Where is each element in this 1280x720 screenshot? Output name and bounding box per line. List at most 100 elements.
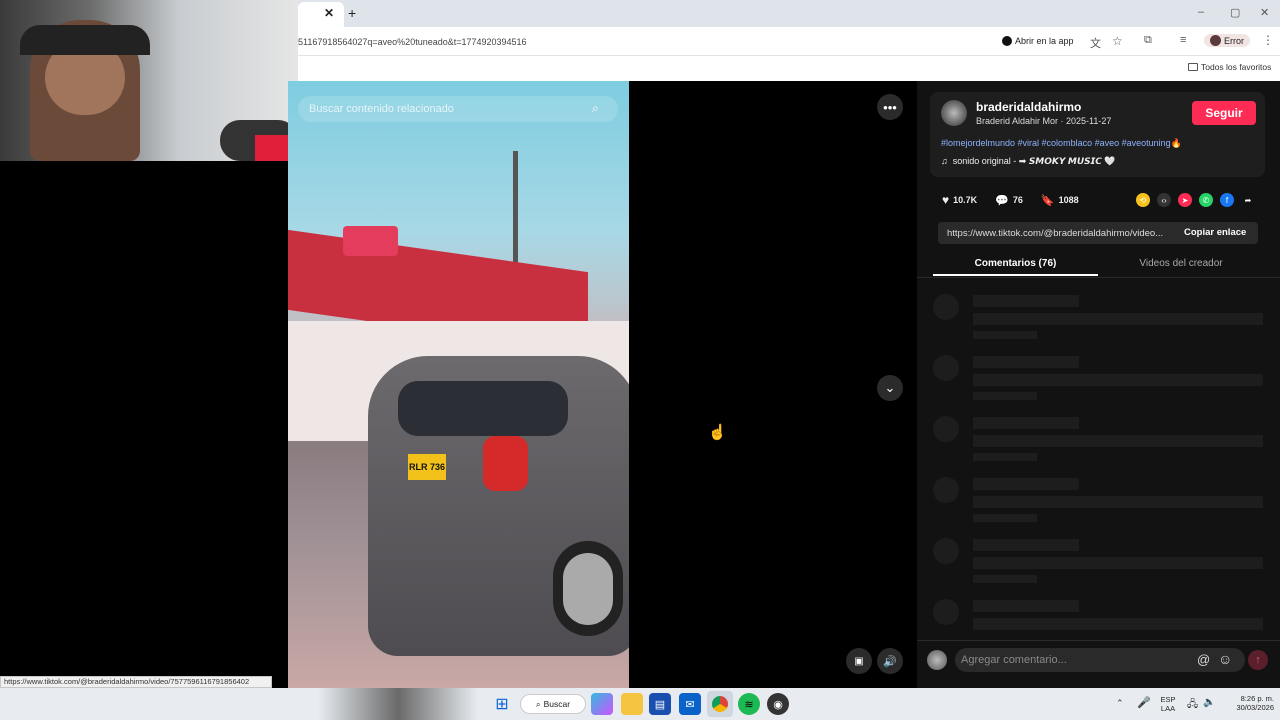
mention-icon[interactable]: @: [1197, 652, 1210, 667]
webcam-overlay: [0, 0, 298, 161]
mouse-cursor-icon: ☝: [708, 424, 727, 441]
related-search-input[interactable]: Buscar contenido relacionado ⌕: [298, 96, 618, 122]
author-username[interactable]: braderidaldahirmo: [976, 100, 1081, 114]
emoji-icon[interactable]: ☺: [1218, 651, 1232, 667]
translate-icon[interactable]: 文: [1090, 35, 1101, 51]
close-window-icon[interactable]: ✕: [1260, 6, 1269, 19]
heart-icon: ♥: [942, 193, 950, 207]
video-player[interactable]: RLR 736: [288, 81, 629, 688]
spotify-icon[interactable]: ≋: [738, 693, 760, 715]
taskbar-search[interactable]: ⌕ Buscar: [520, 694, 586, 714]
url-text[interactable]: 51167918564027q=aveo%20tuneado&t=1774920…: [298, 37, 527, 47]
sound-row[interactable]: ♫ sonido original - ➡ 𝙎𝙈𝙊𝙆𝙔 𝙈𝙐𝙎𝙄𝘾 🤍: [941, 156, 1116, 167]
mail-icon[interactable]: ✉: [679, 693, 701, 715]
like-button[interactable]: ♥ 10.7K: [942, 193, 977, 207]
skeleton-avatar: [933, 355, 959, 381]
skeleton-avatar: [933, 599, 959, 625]
new-tab-button[interactable]: +: [348, 5, 356, 21]
skeleton-line: [973, 557, 1263, 569]
share-link-box: https://www.tiktok.com/@braderidaldahirm…: [938, 222, 1258, 244]
repost-icon[interactable]: ⟲: [1136, 193, 1150, 207]
taskbar-search-label: Buscar: [543, 699, 571, 709]
skeleton-avatar: [933, 416, 959, 442]
volume-button[interactable]: 🔊: [877, 648, 903, 674]
store-icon[interactable]: ▤: [649, 693, 671, 715]
pip-button[interactable]: ▣: [846, 648, 872, 674]
tray-chevron-icon[interactable]: ⌃: [1116, 698, 1124, 709]
star-icon[interactable]: ☆: [1112, 34, 1123, 48]
windows-start-icon[interactable]: ⊞: [491, 693, 513, 715]
clock[interactable]: 8:26 p. m. 30/03/2026: [1224, 694, 1274, 712]
tab-comments[interactable]: Comentarios (76): [933, 252, 1098, 276]
share-link-text[interactable]: https://www.tiktok.com/@braderidaldahirm…: [947, 228, 1163, 239]
profile-error-button[interactable]: Error: [1204, 34, 1250, 47]
network-icon[interactable]: 🖧: [1187, 697, 1198, 714]
next-video-button[interactable]: ⌄: [877, 375, 903, 401]
obs-icon[interactable]: ◉: [767, 693, 789, 715]
skeleton-line: [973, 356, 1079, 368]
embed-icon[interactable]: ‹›: [1157, 193, 1171, 207]
skeleton-line: [973, 374, 1263, 386]
tiktok-icon: [1002, 36, 1012, 46]
skeleton-line: [973, 575, 1037, 583]
author-avatar[interactable]: [941, 100, 967, 126]
tab-creator-videos[interactable]: Videos del creador: [1098, 252, 1264, 276]
skeleton-line: [973, 435, 1263, 447]
address-bar: 51167918564027q=aveo%20tuneado&t=1774920…: [298, 27, 1280, 56]
speaker-icon[interactable]: 🔈: [1203, 697, 1215, 708]
comment-button[interactable]: 💬 76: [995, 193, 1023, 207]
extensions-icon[interactable]: ⧉: [1144, 34, 1152, 47]
comment-count: 76: [1012, 195, 1023, 205]
skeleton-line: [973, 514, 1037, 522]
skeleton-line: [973, 539, 1079, 551]
all-bookmarks-label: Todos los favoritos: [1201, 62, 1272, 72]
microphone-icon[interactable]: 🎤: [1137, 696, 1151, 709]
active-tab[interactable]: [298, 2, 344, 27]
status-url: https://www.tiktok.com/@braderidaldahirm…: [0, 676, 272, 688]
share-arrow-icon[interactable]: ➦: [1241, 193, 1255, 207]
volume-icon: 🔊: [883, 655, 897, 668]
hashtags[interactable]: #lomejordelmundo #viral #colomblaco #ave…: [941, 138, 1182, 149]
skeleton-line: [973, 331, 1037, 339]
related-search-placeholder: Buscar contenido relacionado: [309, 103, 454, 115]
file-explorer-icon[interactable]: [621, 693, 643, 715]
search-icon[interactable]: ⌕: [592, 101, 599, 116]
copy-link-button[interactable]: Copiar enlace: [1184, 227, 1246, 238]
save-count: 1088: [1058, 195, 1079, 205]
tab-divider: [917, 277, 1280, 278]
comment-input[interactable]: Agregar comentario... @ ☺: [955, 648, 1245, 672]
facebook-icon[interactable]: f: [1220, 193, 1234, 207]
save-button[interactable]: 🔖 1088: [1041, 193, 1079, 207]
sound-label: sonido original - ➡ 𝙎𝙈𝙊𝙆𝙔 𝙈𝙐𝙎𝙄𝘾 🤍: [952, 156, 1116, 166]
all-bookmarks[interactable]: Todos los favoritos: [1188, 62, 1271, 72]
skeleton-avatar: [933, 294, 959, 320]
profile-avatar: [1210, 35, 1221, 46]
lang-top: ESP: [1160, 695, 1176, 704]
open-in-app-label: Abrir en la app: [1015, 36, 1074, 46]
chrome-logo: [712, 696, 728, 712]
minimize-icon[interactable]: –: [1198, 6, 1204, 18]
clock-time: 8:26 p. m.: [1240, 694, 1274, 703]
copilot-icon[interactable]: [591, 693, 613, 715]
chevron-down-icon: ⌄: [884, 380, 896, 395]
maximize-icon[interactable]: ▢: [1230, 6, 1240, 19]
more-options-button[interactable]: •••: [877, 94, 903, 120]
language-indicator[interactable]: ESP LAA: [1158, 695, 1178, 713]
chrome-icon[interactable]: [707, 691, 733, 717]
send-comment-button[interactable]: ↑: [1248, 650, 1268, 670]
follow-button[interactable]: Seguir: [1192, 101, 1256, 125]
kebab-menu-icon[interactable]: ⋮: [1262, 33, 1274, 47]
skeleton-avatar: [933, 538, 959, 564]
bookmarks-bar: Todos los favoritos: [298, 56, 1280, 81]
media-icon[interactable]: ≡: [1180, 34, 1186, 46]
tab-close-button[interactable]: ✕: [324, 6, 334, 20]
more-icon: •••: [883, 99, 897, 115]
send-icon[interactable]: ➤: [1178, 193, 1192, 207]
open-in-app-button[interactable]: Abrir en la app: [1002, 36, 1074, 46]
whatsapp-icon[interactable]: ✆: [1199, 193, 1213, 207]
skeleton-line: [973, 478, 1079, 490]
bookmark-icon: 🔖: [1040, 194, 1055, 207]
skeleton-line: [973, 295, 1079, 307]
license-plate: RLR 736: [408, 454, 446, 480]
headphones: [20, 25, 150, 55]
